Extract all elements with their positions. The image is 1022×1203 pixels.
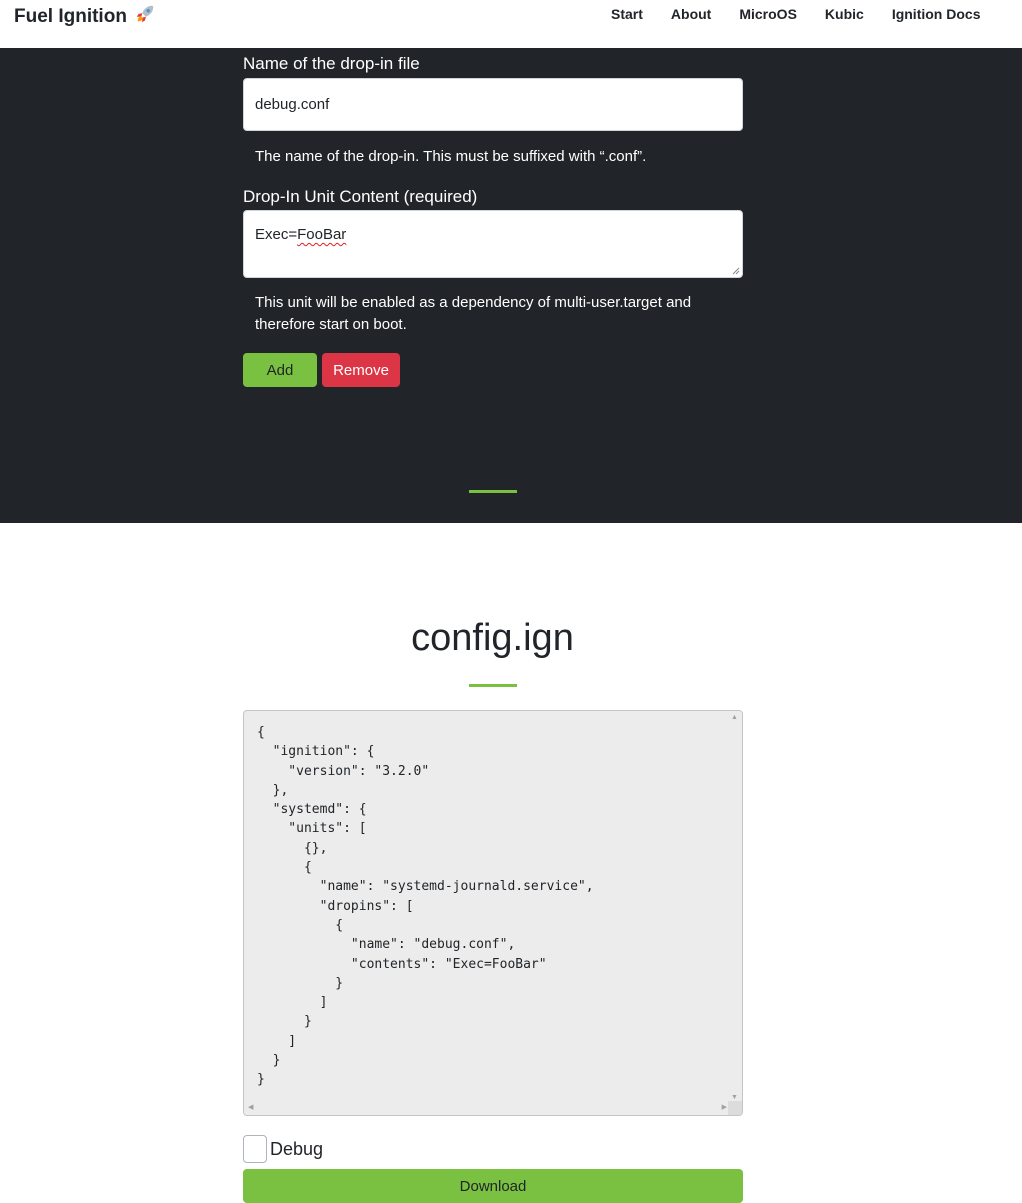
dropin-content-word: FooBar [297,226,347,243]
resize-grip-icon[interactable] [732,267,740,275]
debug-checkbox[interactable] [243,1135,267,1163]
config-title: config.ign [411,617,574,659]
config-json-text: { "ignition": { "version": "3.2.0" }, "s… [257,725,594,1088]
remove-button[interactable]: Remove [322,353,400,387]
dropin-name-help: The name of the drop-in. This must be su… [255,148,647,165]
config-json-textarea[interactable]: { "ignition": { "version": "3.2.0" }, "s… [243,710,743,1116]
vertical-scrollbar[interactable]: ▲ ▼ [728,711,742,1102]
dropin-content-prefix: Exec= [255,226,298,243]
nav-kubic[interactable]: Kubic [811,6,878,22]
navbar: Fuel Ignition Start About MicroOS Kubic … [0,0,1022,48]
nav-start[interactable]: Start [597,6,657,22]
dropin-name-label: Name of the drop-in file [243,54,420,73]
dropin-content-textarea[interactable]: Exec=FooBar [243,210,743,278]
debug-label: Debug [270,1138,324,1159]
download-button[interactable]: Download [243,1169,743,1203]
nav-links: Start About MicroOS Kubic Ignition Docs [597,6,994,22]
nav-about[interactable]: About [657,6,725,22]
nav-ignition-docs[interactable]: Ignition Docs [878,6,995,22]
scroll-corner [728,1101,742,1115]
brand-link[interactable]: Fuel Ignition [14,3,156,28]
config-title-divider [469,684,517,687]
scroll-right-icon[interactable]: ▶ [722,1104,727,1112]
dropin-content-label: Drop-In Unit Content (required) [243,187,478,206]
dropin-content-help: This unit will be enabled as a dependenc… [255,294,692,333]
section-divider [469,490,517,493]
scroll-up-icon[interactable]: ▲ [731,714,738,722]
brand-name: Fuel Ignition [14,6,127,27]
scroll-left-icon[interactable]: ◀ [248,1104,253,1112]
dropin-name-input[interactable] [243,78,743,131]
debug-row: Debug [243,1135,323,1163]
add-button[interactable]: Add [243,353,317,387]
horizontal-scrollbar[interactable]: ◀ ▶ [244,1101,730,1115]
rocket-icon [136,5,154,23]
nav-microos[interactable]: MicroOS [725,6,811,22]
